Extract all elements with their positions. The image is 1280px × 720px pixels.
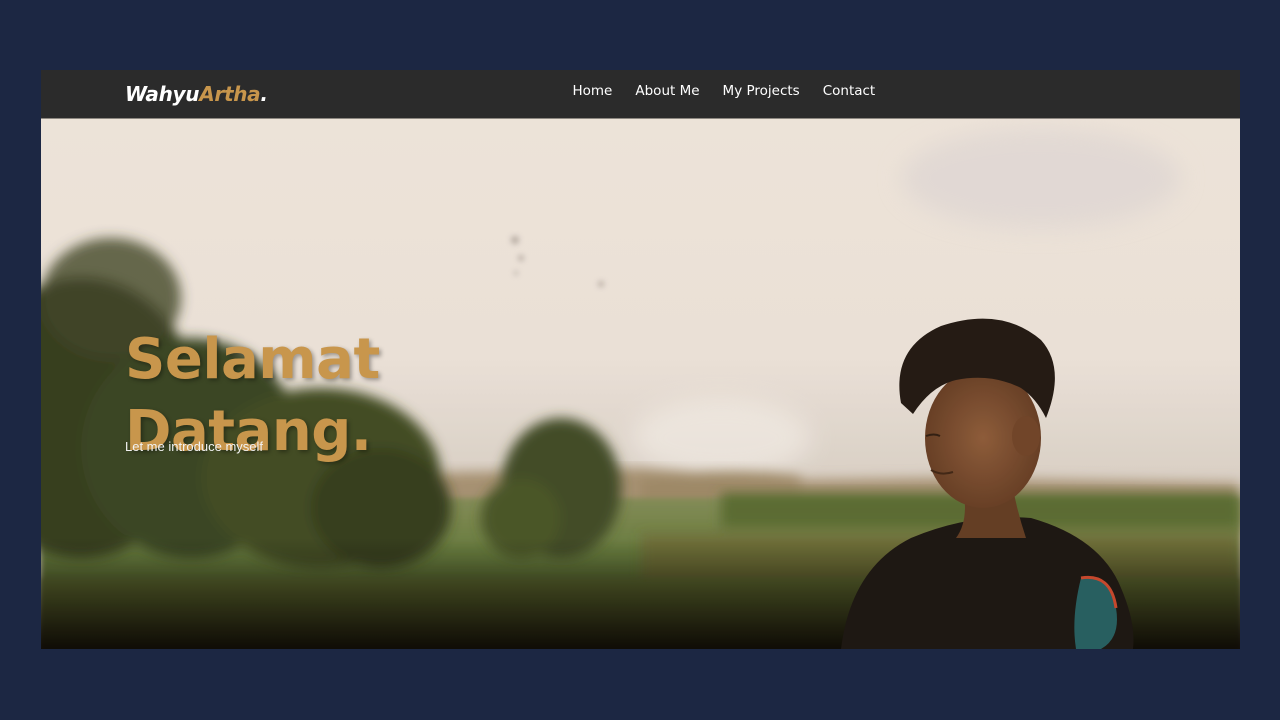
- nav-links: Home About Me My Projects Contact: [561, 82, 887, 100]
- hero-section: Selamat Datang. Let me introduce myself: [41, 118, 1240, 649]
- nav-link-contact[interactable]: Contact: [811, 82, 887, 100]
- brand-name-suffix: .: [260, 82, 268, 106]
- hero-title-line-1: Selamat: [125, 326, 380, 392]
- nav-link-my-projects[interactable]: My Projects: [711, 82, 811, 100]
- navbar: WahyuArtha. Home About Me My Projects Co…: [41, 70, 1240, 118]
- browser-viewport: WahyuArtha. Home About Me My Projects Co…: [41, 70, 1240, 649]
- hero-subtitle: Let me introduce myself: [125, 439, 264, 454]
- nav-link-about-me[interactable]: About Me: [624, 82, 711, 100]
- brand-name-accent: Artha: [199, 82, 261, 106]
- nav-link-home[interactable]: Home: [561, 82, 624, 100]
- brand-logo[interactable]: WahyuArtha.: [125, 81, 268, 107]
- brand-name-primary: Wahyu: [125, 82, 200, 106]
- hero-title-line-2: Datang.: [125, 398, 372, 464]
